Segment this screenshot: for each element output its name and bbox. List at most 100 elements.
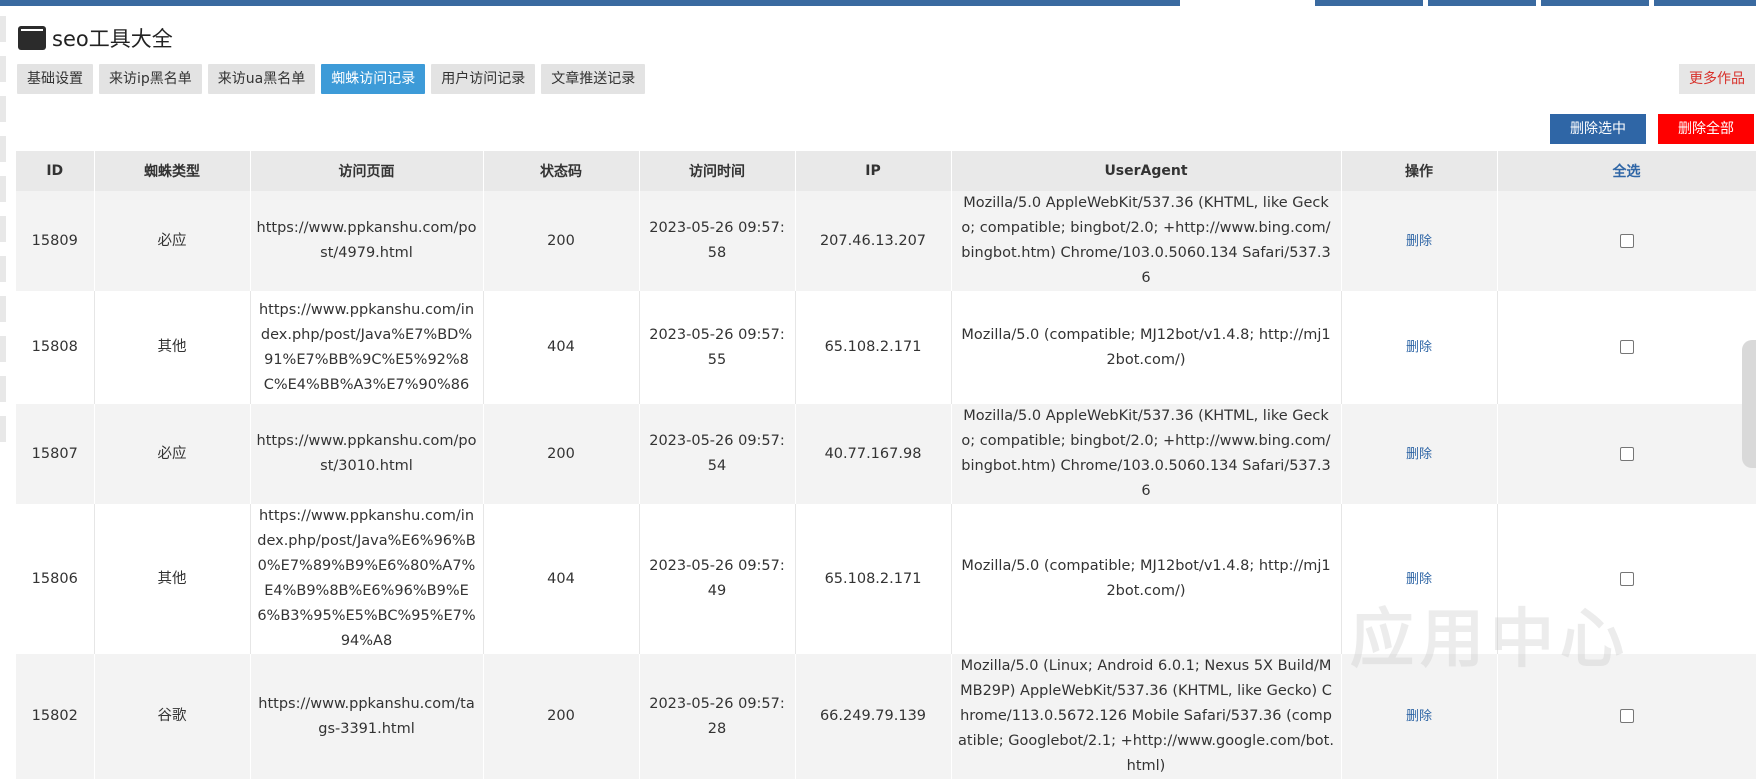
cell-spider: 必应 [94,404,251,504]
cell-select [1497,291,1756,404]
top-bar-main-segment [0,0,1180,6]
cell-spider: 必应 [94,191,251,291]
cell-status: 404 [483,291,640,404]
cell-id: 15807 [16,404,95,504]
col-header-ua: UserAgent [951,151,1342,191]
row-checkbox[interactable] [1619,709,1634,723]
tab-bar: 基础设置 来访ip黑名单 来访ua黑名单 蜘蛛访问记录 用户访问记录 文章推送记… [17,64,646,94]
col-header-status: 状态码 [483,151,640,191]
row-checkbox[interactable] [1619,446,1634,461]
cell-page: https://www.ppkanshu.com/index.php/post/… [250,504,484,654]
cell-op: 删除 [1341,291,1498,404]
table-row: 15807 必应 https://www.ppkanshu.com/post/3… [16,404,1756,504]
cell-spider: 其他 [94,504,251,654]
cell-select [1497,404,1756,504]
top-bar-segment [1654,0,1756,6]
cell-ip: 65.108.2.171 [795,504,952,654]
cell-status: 200 [483,654,640,779]
delete-row-link[interactable]: 删除 [1406,447,1432,462]
cell-spider: 其他 [94,291,251,404]
page-header: seo工具大全 [18,22,173,54]
tab-basic-settings[interactable]: 基础设置 [17,64,93,94]
cell-ip: 40.77.167.98 [795,404,952,504]
cell-time: 2023-05-26 09:57:49 [639,504,796,654]
cell-id: 15802 [16,654,95,779]
cell-page: https://www.ppkanshu.com/post/3010.html [250,404,484,504]
left-rail [0,6,6,456]
col-header-op: 操作 [1341,151,1498,191]
rail-tick [0,416,6,442]
rail-tick [0,376,6,402]
top-bar-segment [1428,0,1536,6]
col-header-id: ID [16,151,95,191]
table-row: 15809 必应 https://www.ppkanshu.com/post/4… [16,191,1756,291]
cell-select [1497,504,1756,654]
rail-tick [0,16,6,42]
cell-ua: Mozilla/5.0 AppleWebKit/537.36 (KHTML, l… [951,191,1342,291]
table-header-row: ID 蜘蛛类型 访问页面 状态码 访问时间 IP UserAgent 操作 全选 [16,151,1756,191]
cell-ua: Mozilla/5.0 (Linux; Android 6.0.1; Nexus… [951,654,1342,779]
cell-ip: 65.108.2.171 [795,291,952,404]
cell-op: 删除 [1341,504,1498,654]
cell-page: https://www.ppkanshu.com/tags-3391.html [250,654,484,779]
rail-tick [0,136,6,162]
cell-id: 15809 [16,191,95,291]
row-checkbox[interactable] [1619,340,1634,354]
top-progress-bar [0,0,1756,6]
delete-row-link[interactable]: 删除 [1406,572,1432,587]
cell-ip: 66.249.79.139 [795,654,952,779]
delete-row-link[interactable]: 删除 [1406,234,1432,249]
tab-ip-blacklist[interactable]: 来访ip黑名单 [99,64,202,94]
col-header-time: 访问时间 [639,151,796,191]
cell-time: 2023-05-26 09:57:28 [639,654,796,779]
row-checkbox[interactable] [1619,571,1634,586]
more-works-button[interactable]: 更多作品 [1679,64,1755,94]
cell-ua: Mozilla/5.0 (compatible; MJ12bot/v1.4.8;… [951,291,1342,404]
window-icon [18,26,46,50]
cell-status: 404 [483,504,640,654]
col-header-page: 访问页面 [250,151,484,191]
rail-tick [0,96,6,122]
delete-selected-button[interactable]: 删除选中 [1550,114,1646,144]
cell-time: 2023-05-26 09:57:55 [639,291,796,404]
tab-push-log[interactable]: 文章推送记录 [541,64,646,94]
cell-page: https://www.ppkanshu.com/post/4979.html [250,191,484,291]
select-all-link[interactable]: 全选 [1497,151,1756,191]
cell-status: 200 [483,404,640,504]
cell-id: 15806 [16,504,95,654]
cell-ua: Mozilla/5.0 AppleWebKit/537.36 (KHTML, l… [951,404,1342,504]
top-bar-segment [1315,0,1423,6]
cell-op: 删除 [1341,404,1498,504]
cell-ua: Mozilla/5.0 (compatible; MJ12bot/v1.4.8;… [951,504,1342,654]
floating-side-handle[interactable] [1742,340,1756,468]
table-row: 15802 谷歌 https://www.ppkanshu.com/tags-3… [16,654,1756,779]
top-bar-segment [1541,0,1649,6]
tab-ua-blacklist[interactable]: 来访ua黑名单 [207,64,316,94]
rail-tick [0,256,6,282]
cell-op: 删除 [1341,191,1498,291]
cell-status: 200 [483,191,640,291]
cell-time: 2023-05-26 09:57:58 [639,191,796,291]
table-row: 15808 其他 https://www.ppkanshu.com/index.… [16,291,1756,404]
cell-page: https://www.ppkanshu.com/index.php/post/… [250,291,484,404]
cell-select [1497,191,1756,291]
cell-select [1497,654,1756,779]
cell-ip: 207.46.13.207 [795,191,952,291]
tab-spider-log[interactable]: 蜘蛛访问记录 [321,64,426,94]
cell-time: 2023-05-26 09:57:54 [639,404,796,504]
page-title: seo工具大全 [52,27,173,51]
delete-all-button[interactable]: 删除全部 [1658,114,1754,144]
rail-tick [0,56,6,82]
rail-tick [0,296,6,322]
table-row: 15806 其他 https://www.ppkanshu.com/index.… [16,504,1756,654]
delete-row-link[interactable]: 删除 [1406,340,1432,355]
delete-row-link[interactable]: 删除 [1406,709,1432,724]
row-checkbox[interactable] [1619,233,1634,248]
cell-op: 删除 [1341,654,1498,779]
tab-user-log[interactable]: 用户访问记录 [431,64,536,94]
spider-log-table: ID 蜘蛛类型 访问页面 状态码 访问时间 IP UserAgent 操作 全选… [16,151,1756,779]
rail-tick [0,216,6,242]
cell-id: 15808 [16,291,95,404]
rail-tick [0,336,6,362]
cell-spider: 谷歌 [94,654,251,779]
